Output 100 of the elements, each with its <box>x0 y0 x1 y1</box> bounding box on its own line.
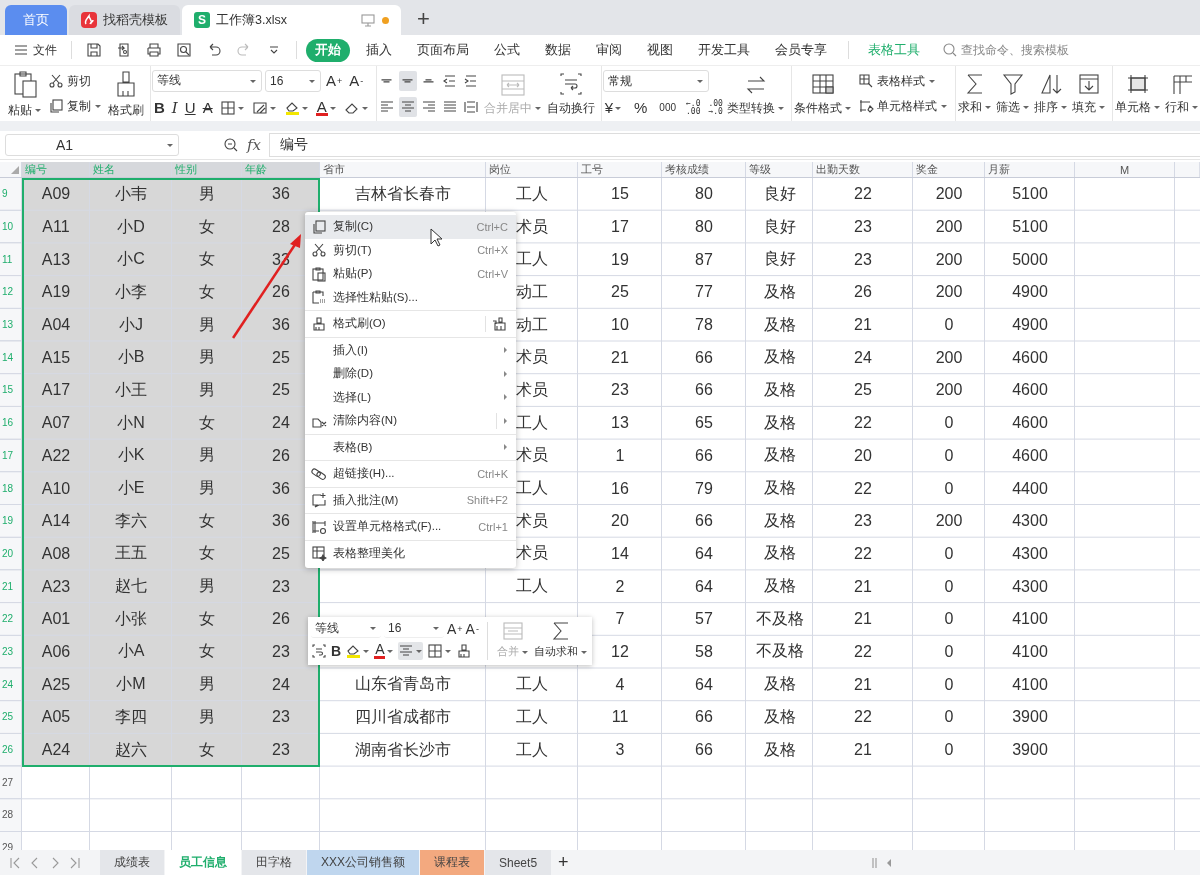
menu-item[interactable]: 设置单元格格式(F)... Ctrl+1 <box>305 515 516 539</box>
formula-field[interactable]: 编号 <box>269 133 1200 157</box>
table-cell: 0 <box>944 741 954 760</box>
currency-button[interactable]: ¥ <box>602 98 624 117</box>
font-color-button[interactable]: A <box>313 98 339 117</box>
ribbon-tab[interactable]: 开发工具 <box>689 38 759 62</box>
document-tab[interactable]: 找稻壳模板 <box>69 5 180 35</box>
menu-item[interactable]: 超链接(H)... Ctrl+K <box>305 462 516 486</box>
autosum-button[interactable]: 自动求和 <box>532 619 589 663</box>
sheet-tab[interactable]: Sheet5 <box>485 850 552 875</box>
table-cell-text: 及格 <box>763 412 796 433</box>
column-header[interactable]: 工号 <box>578 162 662 178</box>
table-cell: 57 <box>695 610 713 629</box>
menu-item[interactable]: 复制(C) Ctrl+C <box>305 215 516 239</box>
ribbon-tab[interactable]: 视图 <box>638 38 682 62</box>
menu-item[interactable]: 插入批注(M) Shift+F2 <box>305 488 516 512</box>
table-cell: 19 <box>611 250 629 269</box>
cut-button[interactable]: 剪切 <box>46 71 104 91</box>
strikethrough-button[interactable]: A <box>200 98 215 117</box>
ribbon-tab[interactable]: 插入 <box>357 38 401 62</box>
grow-font-button[interactable]: A$^{+}$ <box>324 71 345 90</box>
menu-item[interactable]: 格式刷(O) <box>305 312 516 336</box>
row-number[interactable]: 28 <box>0 799 22 832</box>
ribbon-tab[interactable]: 会员专享 <box>766 38 836 62</box>
convert-type-button[interactable]: 类型转换 <box>725 68 786 119</box>
tool-button[interactable]: 行和 <box>1163 69 1200 118</box>
table-cell: 16 <box>611 479 629 498</box>
tool-button[interactable]: 筛选 <box>994 69 1031 118</box>
column-header[interactable]: 奖金 <box>913 162 985 178</box>
column-header[interactable]: 月薪 <box>985 162 1075 178</box>
column-header[interactable]: 岗位 <box>486 162 578 178</box>
underline-button[interactable]: U <box>182 98 198 117</box>
table-cell: 65 <box>695 414 713 433</box>
table-cell-text: 及格 <box>763 478 796 499</box>
grow-font-button[interactable]: A$^{+}$ <box>447 619 463 638</box>
table-cell: 79 <box>695 479 713 498</box>
tool-button[interactable]: 求和 <box>956 69 993 118</box>
thousands-button[interactable]: 000 <box>657 101 679 114</box>
ribbon-tab[interactable]: 审阅 <box>587 38 631 62</box>
column-header[interactable]: 出勤天数 <box>813 162 913 178</box>
paste-button[interactable]: 粘贴 <box>7 66 43 121</box>
ribbon-tab[interactable]: 数据 <box>536 38 580 62</box>
conditional-format-button[interactable]: 条件格式 <box>792 68 853 119</box>
wrap-text-button[interactable]: 自动换行 <box>545 68 596 119</box>
sheet-tab[interactable]: 田字格 <box>242 850 306 875</box>
table-cell: 13 <box>611 414 629 433</box>
format-painter-button[interactable]: 格式刷 <box>107 66 145 121</box>
file-menu[interactable]: 文件 <box>8 39 62 61</box>
table-cell: 男 <box>172 472 242 505</box>
menu-item[interactable]: 表格(B) <box>305 435 516 459</box>
table-cell: 26 <box>854 283 872 302</box>
add-sheet-button[interactable]: + <box>552 850 575 875</box>
table-cell-text: 工人 <box>516 674 548 695</box>
cell-style-button[interactable]: 单元格样式 <box>855 96 950 116</box>
table-style-button[interactable]: 表格样式 <box>855 71 950 91</box>
percent-button[interactable]: % <box>632 98 650 117</box>
table-cell: 女 <box>172 276 242 309</box>
table-cell-text: 及格 <box>763 576 796 597</box>
table-cell-text: 术员 <box>516 216 548 237</box>
column-header[interactable]: 等级 <box>746 162 813 178</box>
font-color-button[interactable]: A <box>374 642 395 660</box>
table-cell: 0 <box>944 577 954 596</box>
copy-button[interactable]: 复制 <box>46 96 104 116</box>
table-cell-text: 工人 <box>516 576 548 597</box>
new-tab-button[interactable]: + <box>413 6 434 32</box>
column-header[interactable]: 省市 <box>320 162 486 178</box>
bold-button[interactable]: B <box>331 642 342 660</box>
table-cell: 21 <box>854 577 872 596</box>
table-cell: 58 <box>695 642 713 661</box>
sheet-tab[interactable]: 成绩表 <box>100 850 164 875</box>
increase-decimal-button[interactable]: ←.0 .00 <box>686 99 701 116</box>
tool-button[interactable]: 单元格 <box>1113 69 1162 118</box>
decrease-decimal-button[interactable]: .00 →.0 <box>708 99 723 116</box>
document-tab[interactable]: S 工作簿3.xlsx <box>182 5 401 35</box>
table-cell: 25 <box>854 381 872 400</box>
number-format-select[interactable]: 常规 <box>602 70 709 92</box>
shrink-font-button[interactable]: A$^{-}$ <box>347 71 366 90</box>
ribbon-tab[interactable]: 公式 <box>485 38 529 62</box>
shrink-font-button[interactable]: A$^{-}$ <box>465 619 479 638</box>
table-cell-text: 术员 <box>516 510 548 531</box>
search-placeholder[interactable]: 查找命令、搜索模板 <box>961 41 1069 59</box>
table-cell: 7 <box>615 610 625 629</box>
italic-button[interactable]: I <box>169 97 180 118</box>
font-size-select[interactable]: 16 <box>265 69 321 92</box>
font-name-select[interactable]: 等线 <box>311 619 381 638</box>
name-box[interactable]: A1 <box>5 134 179 156</box>
table-cell: 1 <box>615 446 625 465</box>
table-cell: 小韦 <box>90 178 172 211</box>
tool-button[interactable]: 排序 <box>1032 69 1069 118</box>
sheet-tab[interactable]: XXX公司销售额 <box>307 850 419 875</box>
bold-button[interactable]: B <box>152 98 167 117</box>
table-cell: A17 <box>22 374 90 407</box>
tool-button[interactable]: 填充 <box>1070 69 1107 118</box>
column-header[interactable]: M <box>1075 162 1175 178</box>
table-cell: 0 <box>944 446 954 465</box>
fx-label[interactable]: fx <box>247 136 261 154</box>
ribbon-tab[interactable]: 页面布局 <box>408 38 478 62</box>
sheet-tab[interactable]: 课程表 <box>420 850 484 875</box>
column-header[interactable]: 考核成绩 <box>662 162 746 178</box>
font-name-select[interactable]: 等线 <box>152 69 262 92</box>
